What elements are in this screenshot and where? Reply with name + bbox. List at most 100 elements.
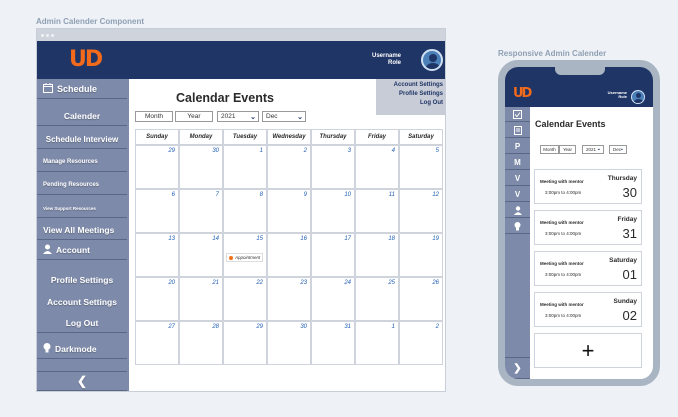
year-view-button[interactable]: Year: [559, 145, 576, 154]
calendar-day-cell[interactable]: 28: [179, 321, 223, 365]
month-view-button[interactable]: Month: [135, 111, 173, 122]
calendar-day-cell[interactable]: 15 Appointment: [223, 233, 267, 277]
menu-item-account-settings[interactable]: Account Settings: [379, 81, 443, 90]
meeting-title: Meeting with mentor: [540, 302, 584, 307]
calendar-day-cell[interactable]: 23: [267, 277, 311, 321]
day-header: Monday: [179, 129, 223, 145]
calendar-day-cell[interactable]: 13: [135, 233, 179, 277]
calendar-week-row: 13 14 15 Appointment 16 17 18 19: [135, 233, 443, 277]
calendar-day-cell[interactable]: 3: [311, 145, 355, 189]
day-number: 21: [212, 280, 219, 286]
day-number: 16: [300, 236, 307, 242]
calendar-day-cell[interactable]: 6: [135, 189, 179, 233]
sidebar-item-log-out[interactable]: Log Out: [37, 314, 127, 333]
chevron-right-icon[interactable]: ❯: [505, 357, 530, 379]
page-title: Calendar Events: [176, 91, 274, 105]
year-view-button[interactable]: Year: [175, 111, 213, 122]
sidebar-item-v[interactable]: V: [505, 171, 530, 186]
sidebar-item-manage-resources[interactable]: Manage Resources: [37, 153, 127, 172]
calendar-day-cell[interactable]: 10: [311, 189, 355, 233]
calendar-day-cell[interactable]: 11: [355, 189, 399, 233]
window-dot[interactable]: [51, 33, 54, 37]
lightbulb-icon[interactable]: [505, 219, 530, 234]
sidebar-item-schedule-interview[interactable]: Schedule Interview: [37, 130, 127, 149]
calendar-day-cell[interactable]: 29: [223, 321, 267, 365]
calendar-day-cell[interactable]: 19: [399, 233, 443, 277]
logo[interactable]: UD: [513, 86, 532, 101]
calendar-day-cell[interactable]: 30: [179, 145, 223, 189]
sidebar-item-v[interactable]: V: [505, 187, 530, 202]
calendar-day-cell[interactable]: 2: [267, 145, 311, 189]
window-titlebar: [37, 29, 445, 41]
sidebar-item-account[interactable]: Account: [37, 241, 127, 260]
calendar-day-cell[interactable]: 5: [399, 145, 443, 189]
meeting-day: Friday: [617, 216, 637, 223]
add-meeting-button[interactable]: +: [534, 333, 642, 368]
document-icon[interactable]: [505, 123, 530, 138]
meeting-card[interactable]: Meeting with mentor 3:00pm to 4:00pm Thurs…: [534, 169, 642, 204]
calendar-day-cell[interactable]: 31: [311, 321, 355, 365]
calendar-day-cell[interactable]: 21: [179, 277, 223, 321]
user-info[interactable]: Username Role: [347, 53, 401, 66]
calendar-day-cell[interactable]: 29: [135, 145, 179, 189]
sidebar-item-p[interactable]: P: [505, 139, 530, 154]
collapse-sidebar-button[interactable]: ❮: [37, 371, 127, 391]
window-dot[interactable]: [46, 33, 49, 37]
day-number: 2: [303, 148, 307, 154]
sidebar-item-schedule[interactable]: Schedule: [37, 79, 127, 99]
calendar-day-cell[interactable]: 8: [223, 189, 267, 233]
year-select[interactable]: 2021 ⌄: [582, 145, 604, 154]
calendar-icon[interactable]: [505, 107, 530, 122]
day-number: 18: [388, 236, 395, 242]
calendar-day-cell[interactable]: 9: [267, 189, 311, 233]
menu-item-profile-settings[interactable]: Profile Settings: [379, 90, 443, 99]
username: Username: [371, 53, 401, 59]
calendar-day-cell[interactable]: 22: [223, 277, 267, 321]
month-select[interactable]: Dec ⌄: [262, 111, 306, 122]
calendar-day-cell[interactable]: 18: [355, 233, 399, 277]
calendar-day-cell[interactable]: 20: [135, 277, 179, 321]
meeting-card[interactable]: Meeting with mentor 3:00pm to 4:00pm Satur…: [534, 251, 642, 286]
year-select[interactable]: 2021 ⌄: [217, 111, 259, 122]
day-number: 30: [212, 148, 219, 154]
calendar-day-cell[interactable]: 26: [399, 277, 443, 321]
avatar[interactable]: [421, 49, 443, 71]
meeting-card[interactable]: Meeting with mentor 3:00pm to 4:00pm Sunda…: [534, 292, 642, 327]
meeting-title: Meeting with mentor: [540, 261, 584, 266]
meeting-time: 3:00pm to 4:00pm: [545, 272, 582, 277]
user-role: Role: [387, 59, 401, 66]
sidebar-item-profile-settings[interactable]: Profile Settings: [37, 270, 127, 289]
calendar-day-cell[interactable]: 27: [135, 321, 179, 365]
window-dot[interactable]: [41, 33, 44, 37]
sidebar-item-pending-resources[interactable]: Pending Resources: [37, 176, 127, 195]
sidebar-item-darkmode[interactable]: Darkmode: [37, 340, 127, 359]
user-icon[interactable]: [505, 203, 530, 218]
calendar-day-cell[interactable]: 30: [267, 321, 311, 365]
sidebar-item-view-all-meetings[interactable]: View All Meetings: [37, 221, 127, 240]
calendar-day-cell[interactable]: 7: [179, 189, 223, 233]
sidebar-item-view-support-resources[interactable]: View Support Resources: [37, 199, 127, 218]
calendar-day-cell[interactable]: 4: [355, 145, 399, 189]
calendar-day-cell[interactable]: 17: [311, 233, 355, 277]
menu-item-log-out[interactable]: Log Out: [379, 99, 443, 108]
event-chip[interactable]: Appointment: [226, 253, 264, 262]
calendar-day-cell[interactable]: 25: [355, 277, 399, 321]
calendar-day-cell[interactable]: 2: [399, 321, 443, 365]
meeting-date: 31: [622, 226, 637, 241]
month-view-button[interactable]: Month: [540, 145, 559, 154]
meeting-card[interactable]: Meeting with mentor 3:00pm to 4:00pm Frida…: [534, 210, 642, 245]
calendar-day-cell[interactable]: 16: [267, 233, 311, 277]
calendar-day-cell[interactable]: 12: [399, 189, 443, 233]
day-number: 27: [168, 324, 175, 330]
month-select[interactable]: Dec ⌄: [609, 145, 627, 154]
logo[interactable]: UD: [69, 47, 103, 72]
sidebar-item-m[interactable]: M: [505, 155, 530, 170]
calendar-day-cell[interactable]: 24: [311, 277, 355, 321]
calendar-day-cell[interactable]: 14: [179, 233, 223, 277]
calendar-day-cell[interactable]: 1: [223, 145, 267, 189]
sidebar-item-account-settings[interactable]: Account Settings: [37, 292, 127, 311]
sidebar-item-calender[interactable]: Calender: [37, 107, 127, 126]
calendar-day-cell[interactable]: 1: [355, 321, 399, 365]
avatar[interactable]: [631, 90, 645, 104]
user-info[interactable]: Username Role: [597, 90, 627, 100]
